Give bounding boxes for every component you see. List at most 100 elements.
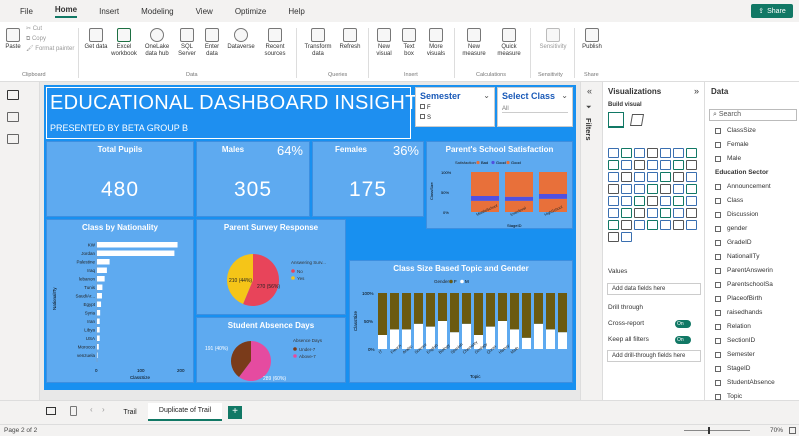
- share-button[interactable]: ⇪ Share: [751, 4, 793, 18]
- checkbox-icon[interactable]: [715, 184, 721, 190]
- field-item[interactable]: NationalITy: [715, 252, 799, 264]
- visual-type-icon[interactable]: [621, 172, 632, 182]
- transform-data-button[interactable]: Transform data: [300, 28, 336, 58]
- quick-measure-button[interactable]: Quick measure: [492, 28, 526, 58]
- visual-type-icon[interactable]: [686, 172, 697, 182]
- checkbox-icon[interactable]: [715, 366, 721, 372]
- checkbox-icon[interactable]: [715, 296, 721, 302]
- menu-modeling[interactable]: Modeling: [141, 7, 173, 16]
- checkbox-icon[interactable]: [715, 324, 721, 330]
- visual-type-icon[interactable]: [673, 172, 684, 182]
- visual-type-icon[interactable]: [608, 148, 619, 158]
- zoom-slider[interactable]: [684, 430, 750, 431]
- field-item[interactable]: PlaceofBirth: [715, 294, 799, 306]
- visual-type-icon[interactable]: [673, 184, 684, 194]
- checkbox-icon[interactable]: [715, 156, 721, 162]
- model-view-icon[interactable]: [7, 134, 19, 144]
- field-item[interactable]: Discussion: [715, 210, 799, 222]
- survey-chart[interactable]: Parent Survey Response 210 (44%) 270 (56…: [196, 219, 346, 315]
- visual-type-icon[interactable]: [647, 208, 658, 218]
- checkbox-icon[interactable]: [715, 128, 721, 134]
- visual-type-icon[interactable]: [673, 220, 684, 230]
- field-item[interactable]: gender: [715, 224, 799, 236]
- topic-chart[interactable]: Class Size Based Topic and Gender Gender…: [349, 260, 573, 383]
- field-item[interactable]: SectionID: [715, 336, 799, 348]
- visual-type-icon[interactable]: [621, 160, 632, 170]
- chevron-down-icon[interactable]: ⌄: [483, 91, 490, 100]
- visual-type-icon[interactable]: [621, 208, 632, 218]
- visual-type-icon[interactable]: [686, 220, 697, 230]
- get-data-button[interactable]: Get data: [84, 28, 108, 51]
- visual-type-icon[interactable]: [647, 172, 658, 182]
- excel-button[interactable]: Excel workbook: [110, 28, 138, 58]
- menu-optimize[interactable]: Optimize: [235, 7, 267, 16]
- visual-type-icon[interactable]: [660, 148, 671, 158]
- add-page-button[interactable]: +: [228, 406, 242, 419]
- field-item[interactable]: Education Sector: [715, 168, 799, 180]
- visual-type-icon[interactable]: [686, 208, 697, 218]
- menu-insert[interactable]: Insert: [99, 7, 119, 16]
- onelake-button[interactable]: OneLake data hub: [140, 28, 174, 58]
- field-item[interactable]: Relation: [715, 322, 799, 334]
- copy-button[interactable]: ⧉ Copy: [26, 36, 46, 43]
- menu-help[interactable]: Help: [288, 7, 304, 16]
- visual-type-icon[interactable]: [608, 232, 619, 242]
- checkbox-icon[interactable]: [715, 212, 721, 218]
- tab-trail[interactable]: Trail: [114, 405, 146, 421]
- checkbox-icon[interactable]: [715, 352, 721, 358]
- prev-page-icon[interactable]: ‹: [90, 405, 93, 414]
- checkbox-icon[interactable]: [715, 254, 721, 260]
- enter-data-button[interactable]: Enter data: [200, 28, 224, 58]
- visual-type-icon[interactable]: [621, 196, 632, 206]
- visual-type-icon[interactable]: [686, 160, 697, 170]
- visual-type-icon[interactable]: [634, 220, 645, 230]
- field-item[interactable]: ClassSize: [715, 126, 799, 138]
- field-item[interactable]: GradeID: [715, 238, 799, 250]
- mobile-layout-icon[interactable]: [70, 406, 77, 416]
- absence-chart[interactable]: Student Absence Days 191 (40%) 289 (60%)…: [196, 317, 346, 383]
- report-view-icon[interactable]: [7, 90, 19, 100]
- paste-button[interactable]: Paste: [2, 28, 24, 51]
- search-input[interactable]: ⌕ Search: [709, 109, 797, 121]
- tab-duplicate-of-trail[interactable]: Duplicate of Trail: [148, 403, 222, 421]
- visual-type-icon[interactable]: [647, 184, 658, 194]
- field-item[interactable]: raisedhands: [715, 308, 799, 320]
- visual-type-icon[interactable]: [621, 232, 632, 242]
- field-item[interactable]: ParentschoolSa: [715, 280, 799, 292]
- visual-type-icon[interactable]: [634, 172, 645, 182]
- field-item[interactable]: ParentAnswerin: [715, 266, 799, 278]
- recent-sources-button[interactable]: Recent sources: [258, 28, 292, 58]
- visual-type-icon[interactable]: [608, 172, 619, 182]
- format-visual-icon[interactable]: [629, 114, 645, 126]
- checkbox-icon[interactable]: [715, 226, 721, 232]
- field-item[interactable]: Class: [715, 196, 799, 208]
- visual-type-icon[interactable]: [621, 148, 632, 158]
- visual-type-icon[interactable]: [634, 184, 645, 194]
- semester-option-f[interactable]: F: [420, 104, 431, 111]
- build-visual-icon[interactable]: [608, 112, 624, 128]
- visual-type-icon[interactable]: [686, 148, 697, 158]
- visual-type-icon[interactable]: [608, 184, 619, 194]
- satisfaction-chart[interactable]: Parent's School Satisfaction Satisfactio…: [426, 141, 573, 229]
- nationality-chart[interactable]: Class by Nationality NationalITy KW Jorda…: [46, 219, 194, 383]
- visual-type-icon[interactable]: [660, 196, 671, 206]
- next-page-icon[interactable]: ›: [102, 405, 105, 414]
- sensitivity-button[interactable]: Sensitivity: [534, 28, 572, 51]
- expand-icon[interactable]: »: [694, 86, 699, 96]
- menu-home[interactable]: Home: [54, 5, 78, 18]
- visual-type-icon[interactable]: [673, 196, 684, 206]
- cross-report-toggle[interactable]: On: [675, 320, 691, 328]
- checkbox-icon[interactable]: [715, 240, 721, 246]
- collapse-icon[interactable]: «: [587, 86, 592, 96]
- checkbox-icon[interactable]: [715, 310, 721, 316]
- visual-type-icon[interactable]: [647, 220, 658, 230]
- visual-type-icon[interactable]: [673, 160, 684, 170]
- field-item[interactable]: Male: [715, 154, 799, 166]
- keep-filters-toggle[interactable]: On: [675, 336, 691, 344]
- visual-type-icon[interactable]: [634, 148, 645, 158]
- field-item[interactable]: Female: [715, 140, 799, 152]
- visual-type-icon[interactable]: [686, 196, 697, 206]
- visual-type-icon[interactable]: [634, 196, 645, 206]
- checkbox-icon[interactable]: [715, 338, 721, 344]
- filters-pane[interactable]: « ⏷ Filters: [580, 82, 602, 400]
